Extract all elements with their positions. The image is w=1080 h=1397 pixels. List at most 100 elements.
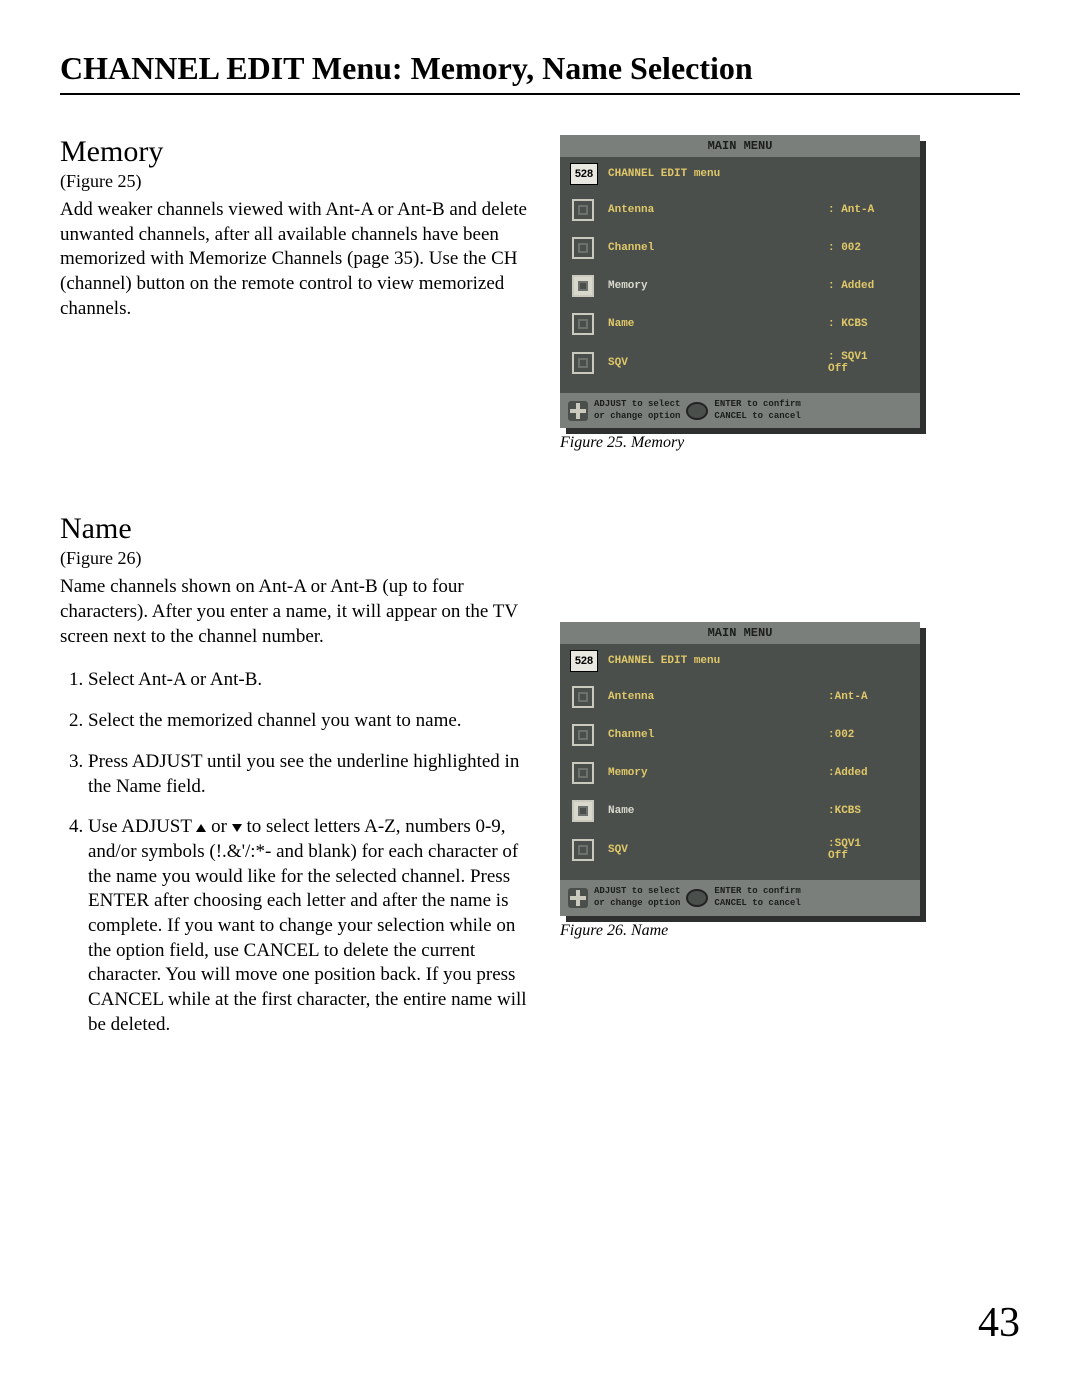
figure-25: MAIN MENU 528 CHANNEL EDIT menu Antenna … [560,135,960,452]
menu-value: :002 [828,729,908,741]
menu-value: : SQV1 Off [828,351,908,375]
memory-heading: Memory [60,135,530,169]
menu-label: Name [608,805,828,817]
menu-header: MAIN MENU [560,135,920,157]
name-body: Name channels shown on Ant-A or Ant-B (u… [60,575,530,649]
menu-footer: ADJUST to select or change option ENTER … [560,880,920,915]
menu-label: SQV [608,844,828,856]
s4b: or [206,816,231,837]
menu-value: :SQV1 Off [828,838,908,862]
box-icon [572,724,594,746]
footer-left: ADJUST to select or change option [594,399,680,422]
menu-value: :Ant-A [828,691,908,703]
menu-value: : Added [828,280,908,292]
channel-528-icon: 528 [570,650,598,672]
menu-title: CHANNEL EDIT menu [608,655,720,667]
menu-footer: ADJUST to select or change option ENTER … [560,393,920,428]
name-text: Name (Figure 26) Name channels shown on … [60,512,530,1056]
menu-label: Antenna [608,691,828,703]
menu-items: Antenna :Ant-A Channel :002 Memory :Adde… [560,678,920,880]
menu-name[interactable]: Name :KCBS [568,792,912,830]
up-arrow-icon [196,824,206,832]
menu-value: : 002 [828,242,908,254]
menu-label: Antenna [608,204,828,216]
box-icon [572,686,594,708]
step-1: Select Ant-A or Ant-B. [88,668,530,693]
menu-value: : Ant-A [828,204,908,216]
menu-panel-name: MAIN MENU 528 CHANNEL EDIT menu Antenna … [560,622,920,915]
footer-l2: or change option [594,411,680,423]
memory-figref: (Figure 25) [60,171,530,192]
memory-text: Memory (Figure 25) Add weaker channels v… [60,135,530,452]
footer-l2: or change option [594,898,680,910]
menu-name[interactable]: Name : KCBS [568,305,912,343]
sqv-main: :SQV1 [828,838,861,850]
menu-value: :Added [828,767,908,779]
menu-items: Antenna : Ant-A Channel : 002 Memory : A… [560,191,920,393]
page-title: CHANNEL EDIT Menu: Memory, Name Selectio… [60,50,1020,95]
footer-r1: ENTER to confirm [714,399,800,411]
footer-right: ENTER to confirm CANCEL to cancel [714,399,800,422]
menu-channel[interactable]: Channel : 002 [568,229,912,267]
menu-title: CHANNEL EDIT menu [608,168,720,180]
box-icon [572,275,594,297]
menu-label: Memory [608,280,828,292]
footer-left: ADJUST to select or change option [594,886,680,909]
dpad-icon [568,401,588,421]
footer-r2: CANCEL to cancel [714,411,800,423]
page: CHANNEL EDIT Menu: Memory, Name Selectio… [0,0,1080,1397]
footer-r2: CANCEL to cancel [714,898,800,910]
footer-l1: ADJUST to select [594,886,680,898]
menu-value: :KCBS [828,805,908,817]
name-steps: Select Ant-A or Ant-B. Select the memori… [60,668,530,1037]
menu-antenna[interactable]: Antenna :Ant-A [568,678,912,716]
menu-label: Channel [608,729,828,741]
dpad-icon [568,888,588,908]
sqv-sub: Off [828,850,908,862]
step-2: Select the memorized channel you want to… [88,709,530,734]
s4c: to select letters A-Z, numbers 0-9, and/… [88,816,527,1035]
footer-r1: ENTER to confirm [714,886,800,898]
menu-sqv[interactable]: SQV :SQV1 Off [568,830,912,870]
s4a: Use ADJUST [88,816,196,837]
channel-528-icon: 528 [570,163,598,185]
enter-button-icon [686,402,708,420]
box-icon [572,199,594,221]
box-icon [572,313,594,335]
figure25-caption: Figure 25. Memory [560,434,960,452]
sqv-main: : SQV1 [828,351,868,363]
menu-label: SQV [608,357,828,369]
sqv-sub: Off [828,363,908,375]
menu-value: : KCBS [828,318,908,330]
step-3: Press ADJUST until you see the underline… [88,750,530,799]
box-icon [572,800,594,822]
menu-panel-memory: MAIN MENU 528 CHANNEL EDIT menu Antenna … [560,135,920,428]
menu-sqv[interactable]: SQV : SQV1 Off [568,343,912,383]
menu-header: MAIN MENU [560,622,920,644]
figure-26: MAIN MENU 528 CHANNEL EDIT menu Antenna … [560,512,960,1056]
box-icon [572,839,594,861]
enter-button-icon [686,889,708,907]
menu-label: Memory [608,767,828,779]
footer-right: ENTER to confirm CANCEL to cancel [714,886,800,909]
menu-titlebar: 528 CHANNEL EDIT menu [560,644,920,678]
menu-memory[interactable]: Memory : Added [568,267,912,305]
step-4: Use ADJUST or to select letters A-Z, num… [88,815,530,1037]
memory-body: Add weaker channels viewed with Ant-A or… [60,198,530,321]
name-heading: Name [60,512,530,546]
footer-l1: ADJUST to select [594,399,680,411]
box-icon [572,237,594,259]
menu-label: Channel [608,242,828,254]
figure26-caption: Figure 26. Name [560,922,960,940]
menu-antenna[interactable]: Antenna : Ant-A [568,191,912,229]
memory-section: Memory (Figure 25) Add weaker channels v… [60,135,1020,452]
menu-channel[interactable]: Channel :002 [568,716,912,754]
menu-label: Name [608,318,828,330]
box-icon [572,762,594,784]
menu-titlebar: 528 CHANNEL EDIT menu [560,157,920,191]
name-section: Name (Figure 26) Name channels shown on … [60,512,1020,1056]
name-figref: (Figure 26) [60,548,530,569]
page-number: 43 [978,1299,1020,1347]
menu-memory[interactable]: Memory :Added [568,754,912,792]
box-icon [572,352,594,374]
